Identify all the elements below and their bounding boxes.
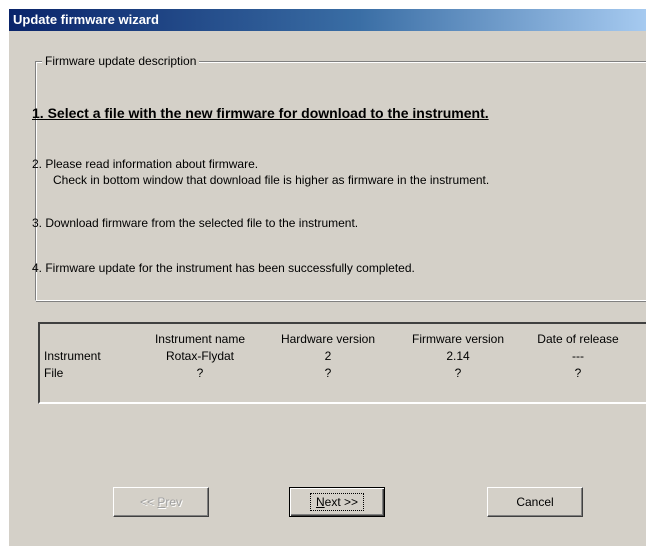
instrument-name-value: Rotax-Flydat [165, 348, 235, 363]
window-title: Update firmware wizard [13, 12, 159, 27]
file-hardware-version: ? [324, 365, 332, 380]
file-firmware-version: ? [454, 365, 462, 380]
column-header-hardware-version: Hardware version [280, 331, 376, 346]
step-3-download: 3. Download firmware from the selected f… [32, 216, 359, 230]
column-header-instrument-name: Instrument name [154, 331, 246, 346]
version-info-table: Instrument name Hardware version Firmwar… [44, 330, 636, 381]
next-button-rest: ext >> [324, 495, 359, 509]
file-date-of-release: ? [574, 365, 582, 380]
prev-button-rest: rev [165, 495, 183, 509]
step-2-detail: Check in bottom window that download fil… [53, 173, 490, 187]
step-2-read-info: 2. Please read information about firmwar… [32, 157, 259, 171]
next-button-mnemonic: N [315, 495, 325, 509]
row-label-file: File [44, 365, 64, 380]
update-firmware-wizard-window: Update firmware wizard Firmware update d… [9, 9, 646, 546]
group-legend: Firmware update description [42, 54, 200, 68]
prev-button-prefix: << [139, 495, 158, 509]
table-header-row: Instrument name Hardware version Firmwar… [44, 330, 636, 347]
next-button-focus: Next >> [309, 493, 365, 511]
file-name-value: ? [196, 365, 204, 380]
title-bar[interactable]: Update firmware wizard [9, 9, 646, 31]
row-label-instrument: Instrument [44, 348, 101, 363]
instrument-date-of-release: --- [572, 348, 584, 363]
table-row-instrument: Instrument Rotax-Flydat 2 2.14 --- [44, 347, 636, 364]
cancel-button[interactable]: Cancel [487, 487, 583, 517]
table-row-file: File ? ? ? ? [44, 364, 636, 381]
step-1-select-file: 1. Select a file with the new firmware f… [32, 105, 489, 121]
step-4-complete: 4. Firmware update for the instrument ha… [32, 261, 415, 275]
prev-button[interactable]: << Prev [113, 487, 209, 517]
column-header-blank [44, 330, 140, 347]
column-header-date-of-release: Date of release [537, 331, 619, 346]
next-button[interactable]: Next >> [289, 487, 385, 517]
column-header-firmware-version: Firmware version [411, 331, 504, 346]
version-info-panel: Instrument name Hardware version Firmwar… [38, 322, 646, 404]
instrument-hardware-version: 2 [324, 348, 332, 363]
instrument-firmware-version: 2.14 [446, 348, 470, 363]
